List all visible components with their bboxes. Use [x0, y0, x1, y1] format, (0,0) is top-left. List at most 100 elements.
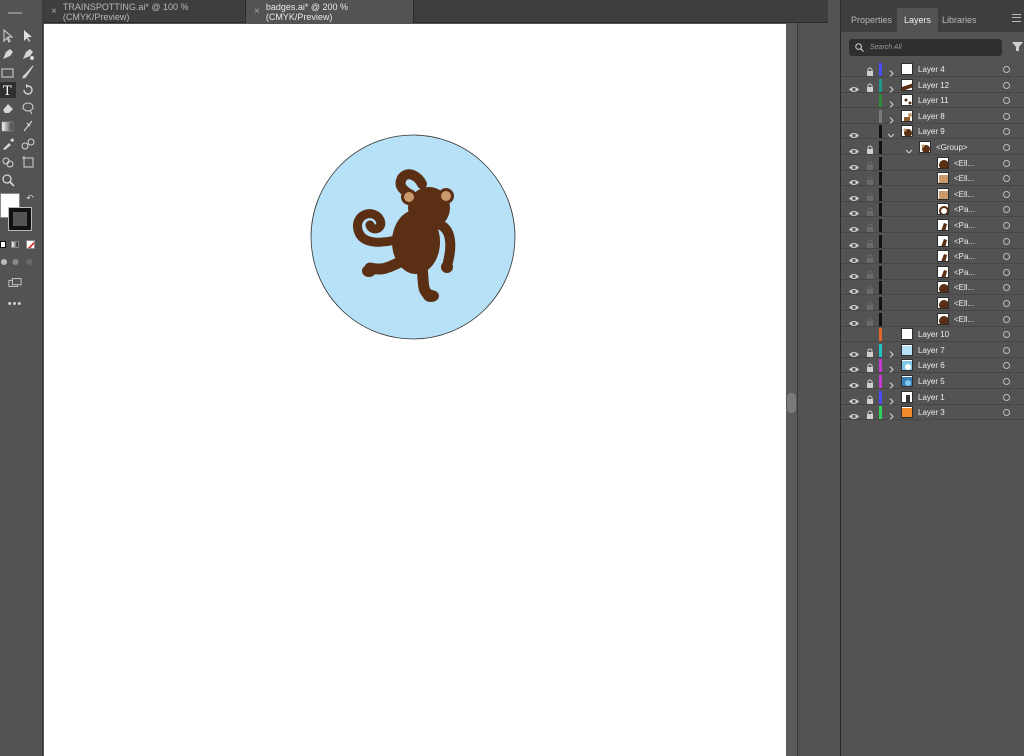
zoom-tool-icon[interactable] [0, 172, 16, 188]
eraser-tool-icon[interactable] [0, 100, 16, 116]
tab-libraries[interactable]: Libraries [935, 8, 984, 32]
layer-row[interactable]: <Pa... [841, 218, 1024, 233]
target-circle-icon[interactable] [1003, 284, 1010, 292]
layer-name[interactable]: Layer 4 [918, 62, 945, 77]
lock-icon[interactable] [866, 126, 874, 136]
lock-icon[interactable] [866, 267, 874, 279]
lock-icon[interactable] [866, 220, 874, 232]
visibility-eye-icon[interactable] [849, 283, 859, 295]
layer-name[interactable]: Layer 11 [918, 93, 949, 108]
blend-tool-icon[interactable] [20, 136, 36, 152]
gradient-mode-icon[interactable] [11, 241, 19, 248]
target-circle-icon[interactable] [1003, 300, 1010, 307]
layer-row[interactable]: Layer 3 [841, 405, 1024, 421]
lock-icon[interactable] [866, 236, 874, 248]
direct-selection-tool-icon[interactable] [20, 28, 36, 44]
chevron-right-icon[interactable] [887, 377, 895, 389]
shape-builder-tool-icon[interactable] [0, 154, 16, 170]
visibility-eye-icon[interactable] [849, 143, 859, 154]
target-circle-icon[interactable] [1003, 206, 1010, 214]
lock-icon[interactable] [866, 111, 874, 121]
draw-behind-icon[interactable] [11, 257, 20, 266]
target-circle-icon[interactable] [1003, 409, 1010, 417]
visibility-eye-icon[interactable] [849, 268, 859, 279]
layer-row[interactable]: Layer 5 [841, 374, 1024, 389]
chevron-right-icon[interactable] [887, 346, 895, 358]
artboard-tool-icon[interactable] [20, 154, 36, 170]
target-circle-icon[interactable] [1003, 175, 1010, 183]
layer-name[interactable]: Layer 10 [918, 327, 949, 342]
layer-row[interactable]: <Ell... [841, 171, 1024, 187]
layer-name[interactable]: <Ell... [954, 171, 974, 186]
lock-icon[interactable] [866, 80, 874, 92]
lock-icon[interactable] [866, 251, 874, 264]
target-circle-icon[interactable] [1003, 222, 1010, 229]
pen-tool-icon[interactable] [0, 46, 16, 62]
chevron-right-icon[interactable] [887, 361, 895, 374]
layer-name[interactable]: Layer 12 [918, 78, 949, 93]
none-mode-icon[interactable] [26, 240, 35, 249]
screen-mode-icon[interactable] [7, 277, 23, 289]
draw-normal-icon[interactable] [0, 257, 8, 266]
layer-row[interactable]: <Ell... [841, 187, 1024, 202]
visibility-eye-icon[interactable] [849, 330, 859, 339]
lock-icon[interactable] [866, 158, 874, 170]
filter-icon[interactable] [1012, 41, 1023, 52]
target-circle-icon[interactable] [1003, 112, 1010, 120]
lock-icon[interactable] [866, 142, 874, 154]
tab-trainspotting[interactable]: × TRAINSPOTTING.ai* @ 100 % (CMYK/Previe… [43, 0, 246, 23]
close-icon[interactable]: × [51, 6, 57, 17]
visibility-eye-icon[interactable] [849, 174, 859, 186]
tab-badges[interactable]: × badges.ai* @ 200 % (CMYK/Preview) [246, 0, 414, 23]
visibility-eye-icon[interactable] [849, 127, 859, 139]
visibility-eye-icon[interactable] [849, 299, 859, 310]
more-tools-icon[interactable]: ••• [7, 298, 23, 310]
target-circle-icon[interactable] [1003, 190, 1010, 198]
layer-row[interactable]: <Ell... [841, 296, 1024, 311]
chevron-right-icon[interactable] [887, 81, 895, 93]
layer-row[interactable]: Layer 12 [841, 78, 1024, 93]
visibility-eye-icon[interactable] [849, 408, 859, 420]
layer-row[interactable]: <Ell... [841, 312, 1024, 327]
layer-row[interactable]: Layer 1 [841, 390, 1024, 405]
visibility-eye-icon[interactable] [849, 190, 859, 201]
target-circle-icon[interactable] [1003, 128, 1010, 136]
layer-row[interactable]: Layer 8 [841, 109, 1024, 124]
visibility-eye-icon[interactable] [849, 252, 859, 264]
layer-name[interactable]: Layer 3 [918, 405, 945, 420]
lock-icon[interactable] [866, 189, 874, 201]
visibility-eye-icon[interactable] [849, 393, 859, 404]
tab-properties[interactable]: Properties [844, 8, 899, 32]
panel-menu-icon[interactable] [1012, 14, 1021, 22]
curvature-tool-icon[interactable] [20, 46, 36, 62]
lock-icon[interactable] [866, 64, 874, 76]
type-tool-icon[interactable]: T [0, 82, 16, 98]
chevron-down-icon[interactable] [905, 143, 913, 154]
target-circle-icon[interactable] [1003, 268, 1010, 276]
rotate-tool-icon[interactable] [20, 82, 36, 98]
visibility-eye-icon[interactable] [849, 96, 859, 105]
visibility-eye-icon[interactable] [849, 112, 859, 121]
visibility-eye-icon[interactable] [849, 361, 859, 373]
color-mode-icon[interactable] [0, 241, 6, 248]
chevron-right-icon[interactable] [887, 65, 895, 77]
layer-name[interactable]: <Ell... [954, 296, 974, 311]
vertical-scrollbar[interactable] [786, 23, 797, 756]
target-circle-icon[interactable] [1003, 346, 1010, 354]
layer-name[interactable]: Layer 6 [918, 358, 945, 373]
layer-row[interactable]: Layer 4 [841, 62, 1024, 77]
layer-name[interactable]: Layer 5 [918, 374, 945, 389]
visibility-eye-icon[interactable] [849, 65, 859, 74]
layer-name[interactable]: Layer 1 [918, 390, 945, 405]
layer-name[interactable]: <Pa... [954, 234, 975, 249]
layer-row[interactable]: <Group> [841, 140, 1024, 155]
layer-row[interactable]: Layer 11 [841, 93, 1024, 109]
target-circle-icon[interactable] [1003, 97, 1010, 105]
tab-layers[interactable]: Layers [897, 8, 939, 32]
layer-row[interactable]: Layer 7 [841, 343, 1024, 358]
visibility-eye-icon[interactable] [849, 346, 859, 357]
target-circle-icon[interactable] [1003, 378, 1010, 385]
target-circle-icon[interactable] [1003, 237, 1010, 245]
visibility-eye-icon[interactable] [849, 159, 859, 170]
layer-name[interactable]: <Pa... [954, 265, 975, 280]
